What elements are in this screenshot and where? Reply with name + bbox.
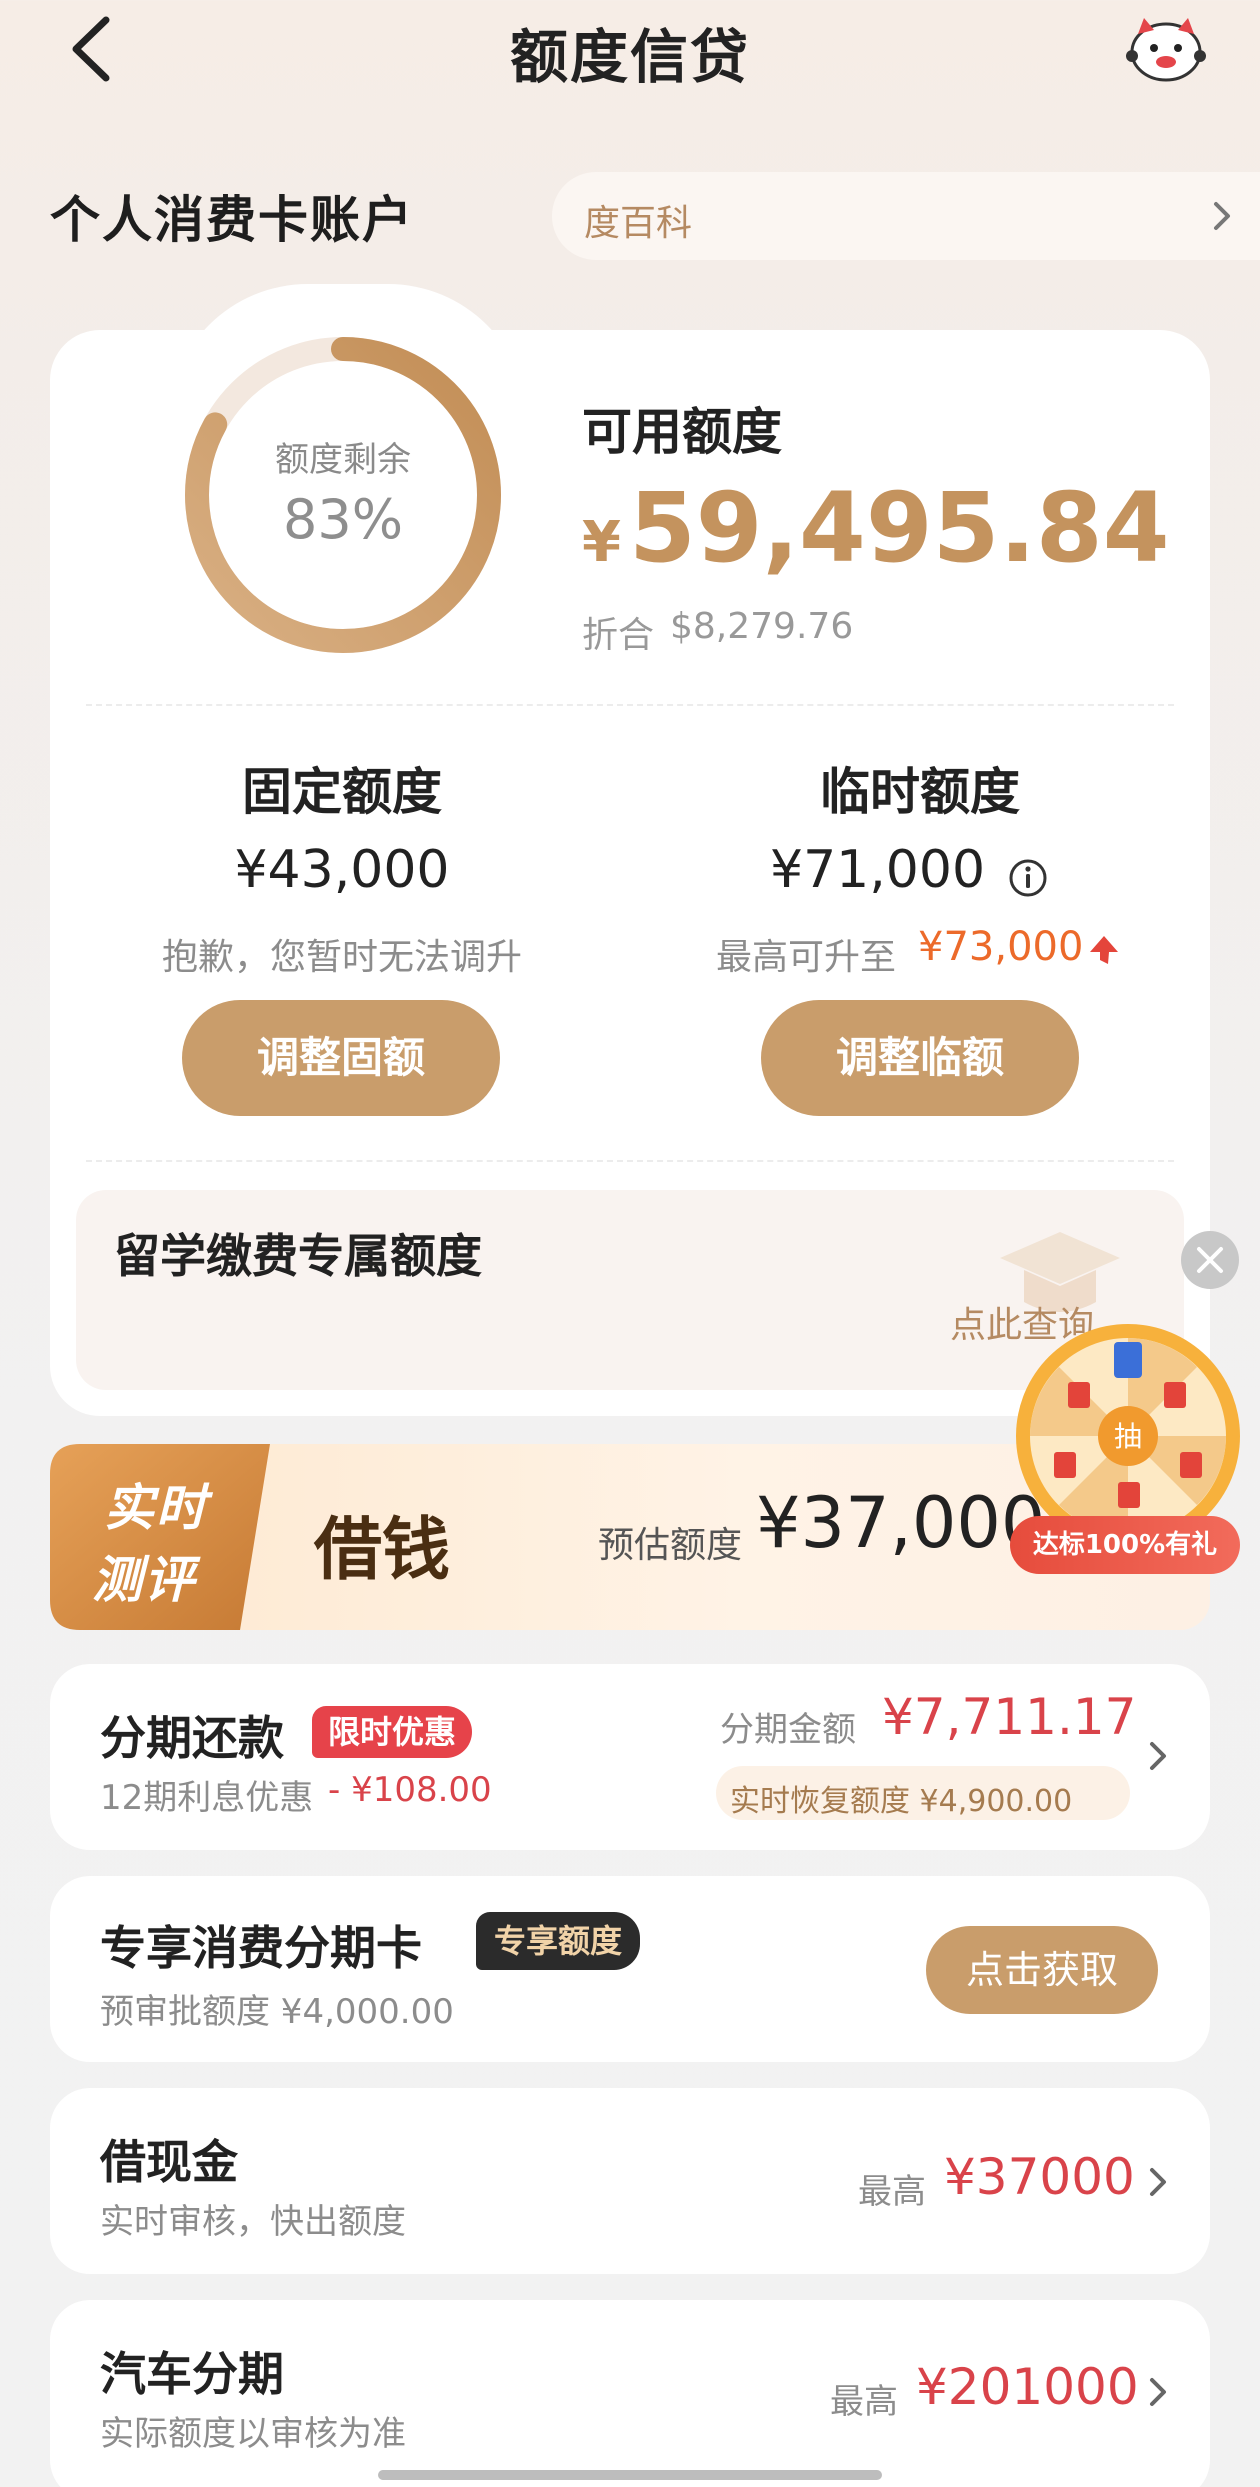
ring-label: 额度剩余 [275,440,411,480]
wiki-link-label: 度百科 [584,203,693,244]
currency-symbol: ¥ [582,510,621,575]
mascot-icon[interactable] [1124,12,1208,84]
close-icon[interactable] [1180,1230,1240,1290]
fixed-credit-note: 抱歉，您暂时无法调升 [161,937,522,978]
temporary-credit-max: ¥73,000 [918,924,1084,970]
interest-discount-value: - ¥108.00 [328,1770,492,1810]
installment-title: 分期还款 [100,1711,284,1765]
ring-percentage: 83% [282,488,404,551]
fixed-credit-title: 固定额度 [242,763,442,821]
temporary-credit-amount: ¥71,000 [770,840,986,900]
interest-discount-label: 12期利息优惠 [100,1778,314,1818]
eval-badge-line2: 测评 [92,1551,196,1609]
fixed-credit-amount: ¥43,000 [234,840,450,900]
temporary-credit-note-prefix: 最高可升至 [716,937,897,978]
get-now-button[interactable]: 点击获取 [926,1926,1158,2014]
equivalent-label: 折合 [582,615,655,656]
divider [86,1160,1174,1162]
wheel-banner[interactable]: 达标100%有礼 [1010,1516,1240,1574]
cash-loan-max-value: ¥37000 [944,2148,1135,2206]
cash-loan-sub: 实时审核，快出额度 [100,2202,406,2242]
study-abroad-title: 留学缴费专属额度 [114,1229,482,1283]
account-title: 个人消费卡账户 [50,191,414,249]
up-arrow-icon [1090,936,1118,964]
estimate-label: 预估额度 [598,1525,743,1566]
eval-badge-line1: 实时 [104,1479,208,1537]
cash-loan-max-label: 最高 [858,2172,926,2212]
car-loan-max-label: 最高 [830,2382,898,2422]
info-icon[interactable] [1008,858,1048,898]
recover-credit-text: 实时恢复额度 ¥4,900.00 [730,1784,1073,1819]
available-credit-amount: ¥59,495.84 [582,480,1169,576]
page-title: 额度信贷 [509,23,750,91]
available-credit-label: 可用额度 [582,403,782,461]
chevron-right-icon [1150,1742,1166,1770]
borrow-title: 借钱 [314,1510,451,1590]
chevron-right-icon [1150,2168,1166,2196]
wheel-center-label: 抽 [1114,1420,1142,1453]
exclusive-card-title: 专享消费分期卡 [100,1921,422,1975]
limited-offer-badge: 限时优惠 [312,1706,473,1758]
exclusive-badge: 专享额度 [476,1912,641,1970]
installment-amount-label: 分期金额 [720,1710,856,1750]
installment-amount-value: ¥7,711.17 [882,1688,1137,1746]
divider [86,704,1174,706]
preapproved-credit: 预审批额度 ¥4,000.00 [100,1992,454,2032]
estimate-amount: ¥37,000 [756,1482,1046,1564]
car-loan-sub: 实际额度以审核为准 [100,2414,406,2454]
home-indicator[interactable] [378,2470,882,2480]
adjust-temporary-button[interactable]: 调整临额 [761,1000,1079,1116]
temporary-credit-title: 临时额度 [820,763,1020,821]
equivalent-value: $8,279.76 [670,606,854,647]
available-credit-value: 59,495.84 [628,472,1170,584]
chevron-right-icon [1150,2378,1166,2406]
car-loan-title: 汽车分期 [100,2347,284,2401]
car-loan-max-value: ¥201000 [916,2358,1139,2416]
cash-loan-title: 借现金 [100,2135,238,2189]
chevron-right-icon [1214,202,1230,230]
adjust-fixed-button[interactable]: 调整固额 [182,1000,500,1116]
